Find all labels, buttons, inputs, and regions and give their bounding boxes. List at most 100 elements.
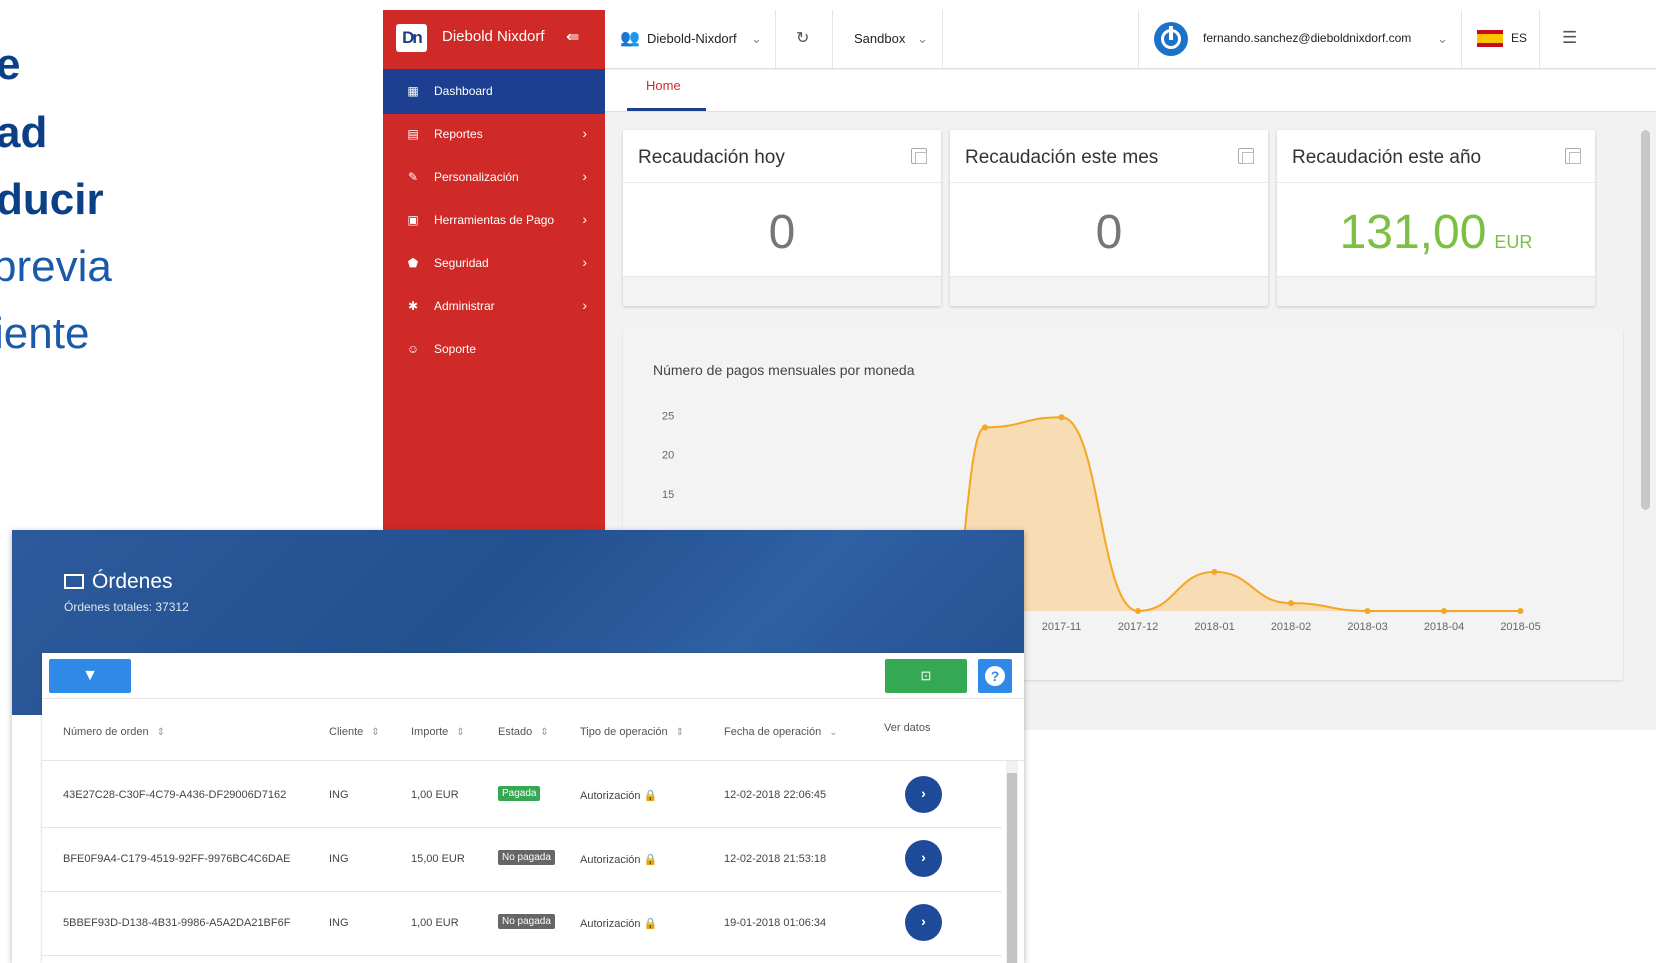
copy-icon[interactable] bbox=[1565, 148, 1581, 164]
cell-id[interactable]: BFE0F9A4-C179-4519-92FF-9976BC4C6DAE bbox=[63, 853, 290, 865]
copy-icon[interactable] bbox=[911, 148, 927, 164]
revenue-card: Recaudación hoy 0 bbox=[623, 130, 941, 306]
y-tick-label: 20 bbox=[662, 450, 674, 462]
sidebar-item-label: Dashboard bbox=[434, 84, 493, 98]
sidebar-item-label: Personalización bbox=[434, 170, 519, 184]
slide-line-1: e bbox=[0, 40, 21, 89]
toolbar-divider bbox=[42, 698, 1024, 699]
cell-client: ING bbox=[329, 917, 349, 929]
column-header: Ver datos bbox=[884, 722, 930, 734]
table-scrollbar-thumb[interactable] bbox=[1007, 773, 1017, 963]
sidebar-item-soporte[interactable]: ☺ Soporte bbox=[383, 327, 605, 372]
card-divider bbox=[623, 182, 941, 183]
dashboard-icon: ▦ bbox=[407, 84, 419, 98]
language-code: ES bbox=[1511, 31, 1528, 45]
view-details-button[interactable]: › bbox=[905, 776, 942, 813]
chevron-right-icon: › bbox=[582, 297, 587, 313]
user-menu[interactable]: fernando.sanchez@dieboldnixdorf.com ⌄ bbox=[1138, 10, 1462, 69]
x-tick-label: 2018-02 bbox=[1271, 621, 1311, 633]
card-footer bbox=[950, 276, 1268, 306]
data-point[interactable] bbox=[1364, 608, 1371, 614]
orders-icon bbox=[64, 574, 84, 589]
card-footer bbox=[1277, 276, 1595, 306]
sidebar-item-seguridad[interactable]: ⬟ Seguridad › bbox=[383, 241, 605, 286]
support-icon: ☺ bbox=[406, 342, 420, 356]
column-header-label: Número de orden bbox=[63, 726, 149, 738]
sidebar-item-label: Administrar bbox=[434, 299, 495, 313]
data-point[interactable] bbox=[1517, 608, 1524, 614]
column-header[interactable]: Importe ⇕ bbox=[411, 726, 465, 738]
table-scrollbar[interactable] bbox=[1006, 761, 1018, 963]
org-selector[interactable]: 👥 Diebold-Nixdorf ⌄ bbox=[605, 10, 776, 69]
data-point[interactable] bbox=[982, 424, 988, 431]
column-header[interactable]: Tipo de operación ⇕ bbox=[580, 726, 684, 738]
column-header[interactable]: Número de orden ⇕ bbox=[63, 726, 165, 738]
sidebar-item-dashboard[interactable]: ▦ Dashboard bbox=[383, 69, 605, 114]
x-tick-label: 2018-04 bbox=[1424, 621, 1464, 633]
export-icon: ⊡ bbox=[920, 668, 932, 683]
column-header-label: Fecha de operación bbox=[724, 726, 822, 738]
user-email: fernando.sanchez@dieboldnixdorf.com bbox=[1203, 31, 1412, 45]
shield-icon: ⬟ bbox=[407, 256, 419, 270]
active-tab-indicator bbox=[627, 108, 706, 111]
revenue-card: Recaudación este año 131,00 EUR bbox=[1277, 130, 1595, 306]
data-point[interactable] bbox=[1288, 600, 1294, 607]
brush-icon: ✎ bbox=[407, 170, 419, 184]
env-selector[interactable]: Sandbox ⌄ bbox=[833, 10, 943, 69]
money-icon: ▣ bbox=[407, 213, 419, 227]
view-details-button[interactable]: › bbox=[905, 904, 942, 941]
brand-name: Diebold Nixdorf bbox=[442, 28, 545, 45]
data-point[interactable] bbox=[1211, 568, 1218, 575]
slide-line-3: ducir bbox=[0, 175, 104, 224]
page-scrollbar[interactable] bbox=[1641, 130, 1650, 510]
users-icon: 👥 bbox=[620, 30, 640, 47]
refresh-button[interactable]: ↻ bbox=[776, 10, 833, 69]
data-point[interactable] bbox=[1441, 608, 1447, 614]
clipboard-icon: ▤ bbox=[407, 127, 419, 141]
sidebar-item-administrar[interactable]: ✱ Administrar › bbox=[383, 284, 605, 329]
org-name: Diebold-Nixdorf bbox=[647, 31, 737, 46]
filter-button[interactable]: ▼ bbox=[49, 659, 131, 693]
data-point[interactable] bbox=[1135, 608, 1141, 614]
tab-home[interactable]: Home bbox=[646, 78, 681, 93]
card-divider bbox=[950, 182, 1268, 183]
orders-total: Órdenes totales: 37312 bbox=[64, 600, 189, 614]
help-button[interactable]: ? bbox=[978, 659, 1012, 693]
sidebar-item-personalizaci-n[interactable]: ✎ Personalización › bbox=[383, 155, 605, 200]
column-header[interactable]: Fecha de operación ⌄ bbox=[724, 726, 838, 738]
data-point[interactable] bbox=[1058, 414, 1065, 421]
chevron-right-icon: › bbox=[582, 254, 587, 270]
help-icon: ? bbox=[985, 666, 1005, 686]
sidebar-item-reportes[interactable]: ▤ Reportes › bbox=[383, 112, 605, 157]
tab-bar: Home bbox=[605, 70, 1656, 112]
sort-icon: ⇕ bbox=[456, 727, 465, 738]
revenue-card: Recaudación este mes 0 bbox=[950, 130, 1268, 306]
cell-amount: 1,00 EUR bbox=[411, 917, 459, 929]
cell-id[interactable]: 43E27C28-C30F-4C79-A436-DF29006D7162 bbox=[63, 789, 286, 801]
cell-type: Autorización 🔒 bbox=[580, 854, 658, 866]
x-tick-label: 2018-03 bbox=[1347, 621, 1387, 633]
column-header[interactable]: Estado ⇕ bbox=[498, 726, 549, 738]
card-value: 0 bbox=[950, 205, 1268, 260]
sort-icon: ⇕ bbox=[371, 727, 380, 738]
sidebar-item-herramientas-de-pago[interactable]: ▣ Herramientas de Pago › bbox=[383, 198, 605, 243]
y-tick-label: 25 bbox=[662, 411, 674, 423]
column-header[interactable]: Cliente ⇕ bbox=[329, 726, 380, 738]
brand-logo[interactable]: Dn bbox=[396, 24, 427, 52]
collapse-menu-icon[interactable]: ⇚ bbox=[566, 27, 579, 47]
copy-icon[interactable] bbox=[1238, 148, 1254, 164]
card-title: Recaudación hoy bbox=[638, 147, 785, 168]
export-button[interactable]: ⊡ bbox=[885, 659, 967, 693]
sidebar-item-label: Soporte bbox=[434, 342, 477, 356]
cell-date: 19-01-2018 01:06:34 bbox=[724, 917, 827, 929]
menu-button[interactable]: ☰ bbox=[1540, 10, 1600, 69]
card-footer bbox=[623, 276, 941, 306]
sidebar-item-label: Seguridad bbox=[434, 256, 489, 270]
view-details-button[interactable]: › bbox=[905, 840, 942, 877]
language-selector[interactable]: ES bbox=[1462, 10, 1540, 69]
orders-table-container: ▼ ⊡ ? Número de orden ⇕ Cliente ⇕ Importe ⇕ Es… bbox=[42, 653, 1024, 963]
column-header-label: Ver datos bbox=[884, 722, 931, 734]
cell-id[interactable]: 5BBEF93D-D138-4B31-9986-A5A2DA21BF6F bbox=[63, 917, 290, 929]
cell-amount: 1,00 EUR bbox=[411, 789, 459, 801]
sort-icon: ⇕ bbox=[675, 727, 685, 738]
